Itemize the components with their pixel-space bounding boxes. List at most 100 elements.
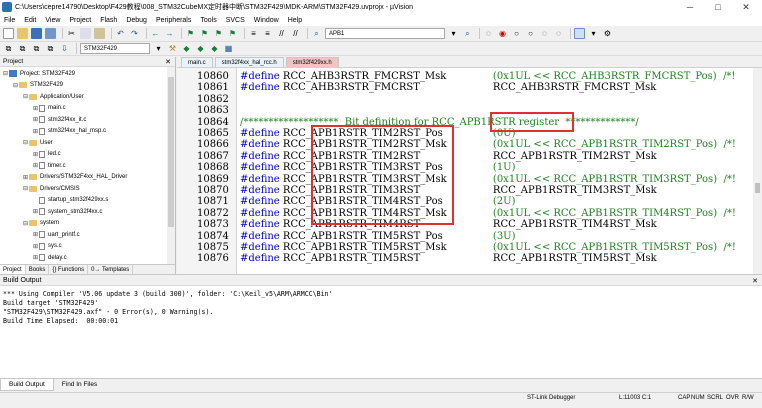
kill-breakpoints-icon[interactable]: ◌ xyxy=(553,28,564,39)
target-dropdown-icon[interactable]: ▾ xyxy=(153,43,164,54)
project-panel-close-button[interactable]: ✕ xyxy=(165,58,171,66)
tree-item[interactable]: ⊟ Drivers/CMSIS xyxy=(23,184,80,193)
scrollbar-thumb[interactable] xyxy=(168,77,174,227)
menu-edit[interactable]: Edit xyxy=(24,17,36,24)
menu-view[interactable]: View xyxy=(45,17,60,24)
tree-item[interactable]: ⊞ sys.c xyxy=(33,242,62,251)
menu-tools[interactable]: Tools xyxy=(200,17,216,24)
menu-window[interactable]: Window xyxy=(254,17,279,24)
menu-flash[interactable]: Flash xyxy=(100,17,117,24)
find-combo[interactable]: APB1 xyxy=(325,28,445,39)
download-icon[interactable]: ⇩ xyxy=(59,43,70,54)
tab-project[interactable]: Project xyxy=(0,264,26,275)
select-packs-icon[interactable]: ◆ xyxy=(195,43,206,54)
undo-icon[interactable]: ↶ xyxy=(115,28,126,39)
options-for-target-icon[interactable]: ⚒ xyxy=(167,43,178,54)
minimize-button[interactable]: ─ xyxy=(676,0,704,14)
menu-debug[interactable]: Debug xyxy=(126,17,147,24)
paste-icon[interactable] xyxy=(94,28,105,39)
tree-item[interactable]: ⊞ stm32f4xx_it.c xyxy=(33,115,86,124)
code-text: #define RCC_APB1RSTR_TIM5RST_Pos (3U) xyxy=(240,231,516,242)
manage-rte-icon[interactable]: ◆ xyxy=(209,43,220,54)
menu-help[interactable]: Help xyxy=(288,17,302,24)
tab-find-in-files[interactable]: Find In Files xyxy=(54,379,105,391)
tab-stm32f429xx-h[interactable]: stm32f429xx.h xyxy=(285,57,339,67)
maximize-button[interactable]: □ xyxy=(704,0,732,14)
next-bookmark-icon[interactable]: ⚑ xyxy=(213,28,224,39)
tree-item[interactable]: ⊞ uart_printf.c xyxy=(33,230,80,239)
preprocessor-keyword: #define xyxy=(240,185,280,196)
code-text: #define RCC_AHB3RSTR_FMCRST_Msk (0x1UL <<… xyxy=(240,71,735,82)
tree-item[interactable]: ⊟ STM32F429 xyxy=(13,81,63,90)
tab-templates[interactable]: 0→ Templates xyxy=(88,264,134,275)
tab-functions[interactable]: {} Functions xyxy=(49,264,89,275)
build-icon[interactable]: ⧉ xyxy=(17,43,28,54)
highlight-box-register-name xyxy=(490,112,574,132)
project-tree-scrollbar[interactable] xyxy=(167,67,175,264)
find-in-files-icon[interactable]: ⌕ xyxy=(311,28,322,39)
comment-icon[interactable]: // xyxy=(276,28,287,39)
find-dropdown-icon[interactable]: ▾ xyxy=(448,28,459,39)
target-select[interactable]: STM32F429 xyxy=(80,43,150,54)
find-icon[interactable]: ⌕ xyxy=(462,28,473,39)
close-button[interactable]: ✕ xyxy=(732,0,760,14)
tree-item[interactable]: ⊟ Project: STM32F429 xyxy=(3,69,75,78)
build-output-close-button[interactable]: ✕ xyxy=(752,277,758,285)
tree-item[interactable]: ⊟ Application/User xyxy=(23,92,84,101)
tree-item[interactable]: ⊞ led.c xyxy=(33,150,61,159)
nav-forward-icon[interactable]: → xyxy=(164,28,175,39)
disable-breakpoints-icon[interactable]: ◌ xyxy=(539,28,550,39)
tree-item[interactable]: startup_stm32f429xx.s xyxy=(33,196,108,205)
editor-scrollbar[interactable] xyxy=(753,68,762,274)
menu-peripherals[interactable]: Peripherals xyxy=(156,17,191,24)
window-layout-icon[interactable] xyxy=(574,28,585,39)
open-folder-icon[interactable] xyxy=(17,28,28,39)
folder-icon xyxy=(19,82,27,88)
unindent-icon[interactable]: ≡ xyxy=(262,28,273,39)
redo-icon[interactable]: ↷ xyxy=(129,28,140,39)
rebuild-icon[interactable]: ⧉ xyxy=(31,43,42,54)
tree-item[interactable]: ⊟ User xyxy=(23,138,53,147)
build-output-header: Build Output ✕ xyxy=(0,274,762,286)
bookmark-icon[interactable]: ⚑ xyxy=(185,28,196,39)
save-all-icon[interactable] xyxy=(45,28,56,39)
pack-installer-icon[interactable]: ▦ xyxy=(223,43,234,54)
target-select-value: STM32F429 xyxy=(84,45,118,52)
tab-stm32f4xx-hal-rcc-h[interactable]: stm32f4xx_hal_rcc.h xyxy=(214,57,284,67)
prev-bookmark-icon[interactable]: ⚑ xyxy=(199,28,210,39)
scrollbar-thumb[interactable] xyxy=(755,183,760,193)
clear-bookmarks-icon[interactable]: ⚑ xyxy=(227,28,238,39)
uncomment-icon[interactable]: // xyxy=(290,28,301,39)
tab-books[interactable]: Books xyxy=(26,264,50,275)
indent-icon[interactable]: ≡ xyxy=(248,28,259,39)
batch-build-icon[interactable]: ⧉ xyxy=(45,43,56,54)
tree-item[interactable]: ⊞ stm32f4xx_hal_msp.c xyxy=(33,127,106,136)
menu-file[interactable]: File xyxy=(4,17,15,24)
tree-item[interactable]: ⊟ system xyxy=(23,219,59,228)
menu-project[interactable]: Project xyxy=(69,17,91,24)
enable-breakpoint-icon[interactable]: ○ xyxy=(525,28,536,39)
copy-icon[interactable] xyxy=(80,28,91,39)
tree-item[interactable]: ⊞ main.c xyxy=(33,104,66,113)
tree-item[interactable]: ⊞ delay.c xyxy=(33,253,67,262)
manage-project-icon[interactable]: ◆ xyxy=(181,43,192,54)
tab-main-c[interactable]: main.c xyxy=(181,57,213,67)
translate-icon[interactable]: ⧉ xyxy=(3,43,14,54)
save-icon[interactable] xyxy=(31,28,42,39)
tab-build-output[interactable]: Build Output xyxy=(0,378,54,391)
tree-item[interactable]: ⊞ timer.c xyxy=(33,161,66,170)
macro-name: RCC_APB1RSTR_TIM5RST_Pos xyxy=(282,230,443,242)
insert-breakpoint-icon[interactable]: ○ xyxy=(511,28,522,39)
tree-item-label: Drivers/STM32F4xx_HAL_Driver xyxy=(40,174,128,180)
debug-session-icon[interactable]: ◉ xyxy=(497,28,508,39)
menu-svcs[interactable]: SVCS xyxy=(226,17,245,24)
configure-icon[interactable]: ⚙ xyxy=(602,28,613,39)
incremental-find-icon[interactable]: ◌ xyxy=(483,28,494,39)
tree-item[interactable]: ⊞ system_stm32f4xx.c xyxy=(33,207,102,216)
tree-item[interactable]: ⊞ Drivers/STM32F4xx_HAL_Driver xyxy=(23,173,127,182)
nav-back-icon[interactable]: ← xyxy=(150,28,161,39)
code-line: 10861 #define RCC_AHB3RSTR_FMCRST RCC_AHB3… xyxy=(177,82,752,93)
new-file-icon[interactable] xyxy=(3,28,14,39)
layout-dropdown-icon[interactable]: ▾ xyxy=(588,28,599,39)
cut-icon[interactable]: ✂ xyxy=(66,28,77,39)
